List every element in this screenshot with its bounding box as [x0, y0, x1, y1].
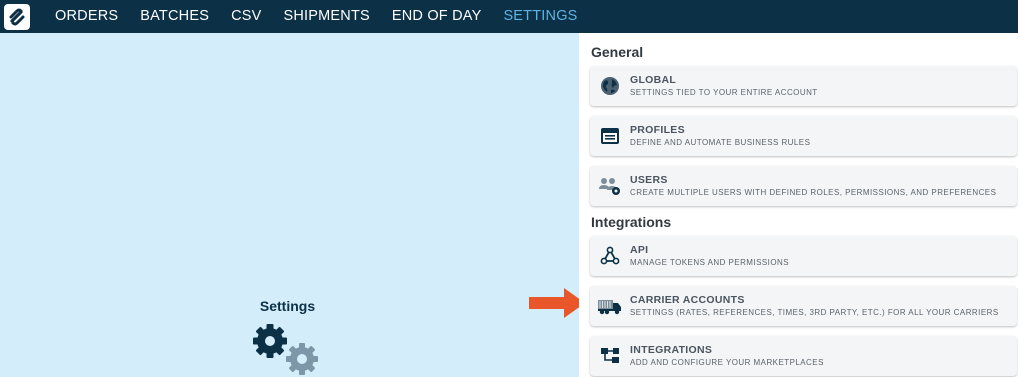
card-global[interactable]: GLOBAL SETTINGS TIED TO YOUR ENTIRE ACCO… — [590, 66, 1017, 106]
card-carrier-accounts-title: CARRIER ACCOUNTS — [630, 294, 745, 306]
settings-overview-panel: Settings — [0, 33, 579, 377]
settings-title: Settings — [259, 298, 316, 314]
card-api[interactable]: API MANAGE TOKENS AND PERMISSIONS — [590, 236, 1017, 276]
card-carrier-accounts-subtitle: SETTINGS (RATES, REFERENCES, TIMES, 3RD … — [630, 308, 999, 317]
main-nav: ORDERS BATCHES CSV SHIPMENTS END OF DAY … — [55, 0, 600, 33]
card-global-title: GLOBAL — [630, 74, 677, 86]
logo-icon[interactable] — [0, 0, 33, 33]
nav-orders[interactable]: ORDERS — [55, 0, 118, 33]
top-nav-bar: ORDERS BATCHES CSV SHIPMENTS END OF DAY … — [0, 0, 1018, 33]
gears-icon — [253, 324, 318, 375]
card-users[interactable]: USERS CREATE MULTIPLE USERS WITH DEFINED… — [590, 166, 1017, 206]
card-carrier-accounts[interactable]: CARRIER ACCOUNTS SETTINGS (RATES, REFERE… — [590, 286, 1017, 326]
users-gear-icon — [599, 178, 620, 195]
pointer-arrow-icon — [529, 288, 585, 318]
card-global-subtitle: SETTINGS TIED TO YOUR ENTIRE ACCOUNT — [630, 88, 818, 97]
profile-window-icon — [601, 128, 619, 144]
card-profiles[interactable]: PROFILES DEFINE AND AUTOMATE BUSINESS RU… — [590, 116, 1017, 156]
card-integrations-title: INTEGRATIONS — [630, 344, 713, 356]
truck-icon — [598, 300, 621, 315]
card-users-subtitle: CREATE MULTIPLE USERS WITH DEFINED ROLES… — [630, 188, 997, 197]
network-icon — [601, 348, 619, 363]
card-api-title: API — [630, 244, 649, 256]
card-profiles-title: PROFILES — [630, 124, 685, 136]
nav-settings[interactable]: SETTINGS — [503, 0, 577, 33]
globe-icon — [601, 77, 619, 95]
section-integrations-title: Integrations — [591, 214, 672, 230]
section-general-title: General — [591, 44, 644, 60]
card-profiles-subtitle: DEFINE AND AUTOMATE BUSINESS RULES — [630, 138, 811, 147]
card-integrations[interactable]: INTEGRATIONS ADD AND CONFIGURE YOUR MARK… — [590, 336, 1017, 376]
card-integrations-subtitle: ADD AND CONFIGURE YOUR MARKETPLACES — [630, 358, 824, 367]
nav-shipments[interactable]: SHIPMENTS — [283, 0, 369, 33]
nav-batches[interactable]: BATCHES — [140, 0, 209, 33]
settings-menu-panel: General GLOBAL SETTINGS TIED TO YOUR ENT… — [579, 33, 1018, 377]
webhook-icon — [600, 246, 620, 265]
card-users-title: USERS — [630, 174, 668, 186]
nav-csv[interactable]: CSV — [231, 0, 261, 33]
nav-end-of-day[interactable]: END OF DAY — [392, 0, 482, 33]
card-api-subtitle: MANAGE TOKENS AND PERMISSIONS — [630, 258, 790, 267]
